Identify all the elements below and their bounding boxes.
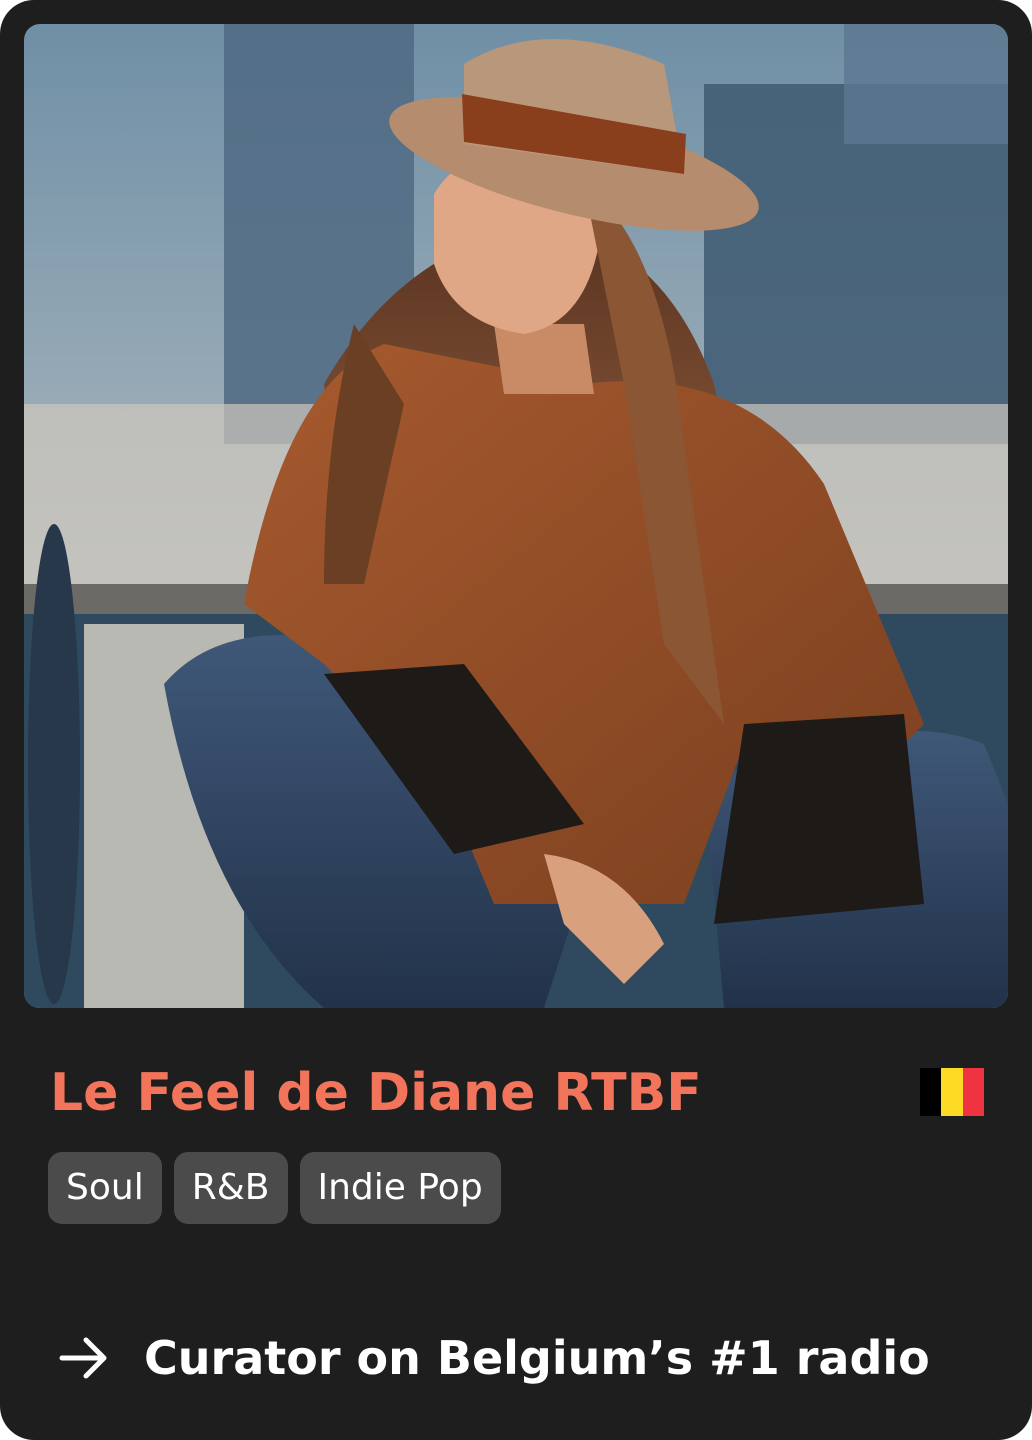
arrow-right-icon bbox=[59, 1337, 107, 1379]
title-row: Le Feel de Diane RTBF bbox=[50, 1060, 986, 1126]
curator-name[interactable]: Le Feel de Diane RTBF bbox=[50, 1060, 702, 1126]
curator-headline[interactable]: Curator on Belgium’s #1 radio bbox=[56, 1318, 930, 1398]
flag-stripe-black bbox=[920, 1068, 942, 1116]
belgium-flag-icon bbox=[920, 1068, 984, 1116]
genre-tag-rnb[interactable]: R&B bbox=[173, 1152, 288, 1224]
genre-tag-indie-pop[interactable]: Indie Pop bbox=[299, 1152, 501, 1224]
curator-photo bbox=[24, 24, 1008, 1008]
genre-tags: Soul R&B Indie Pop bbox=[48, 1152, 501, 1224]
headline-text: Curator on Belgium’s #1 radio bbox=[144, 1331, 930, 1385]
genre-tag-soul[interactable]: Soul bbox=[48, 1152, 162, 1224]
curator-card[interactable]: Le Feel de Diane RTBF Soul R&B Indie Pop… bbox=[0, 0, 1032, 1440]
flag-stripe-yellow bbox=[941, 1068, 963, 1116]
flag-stripe-red bbox=[962, 1068, 984, 1116]
